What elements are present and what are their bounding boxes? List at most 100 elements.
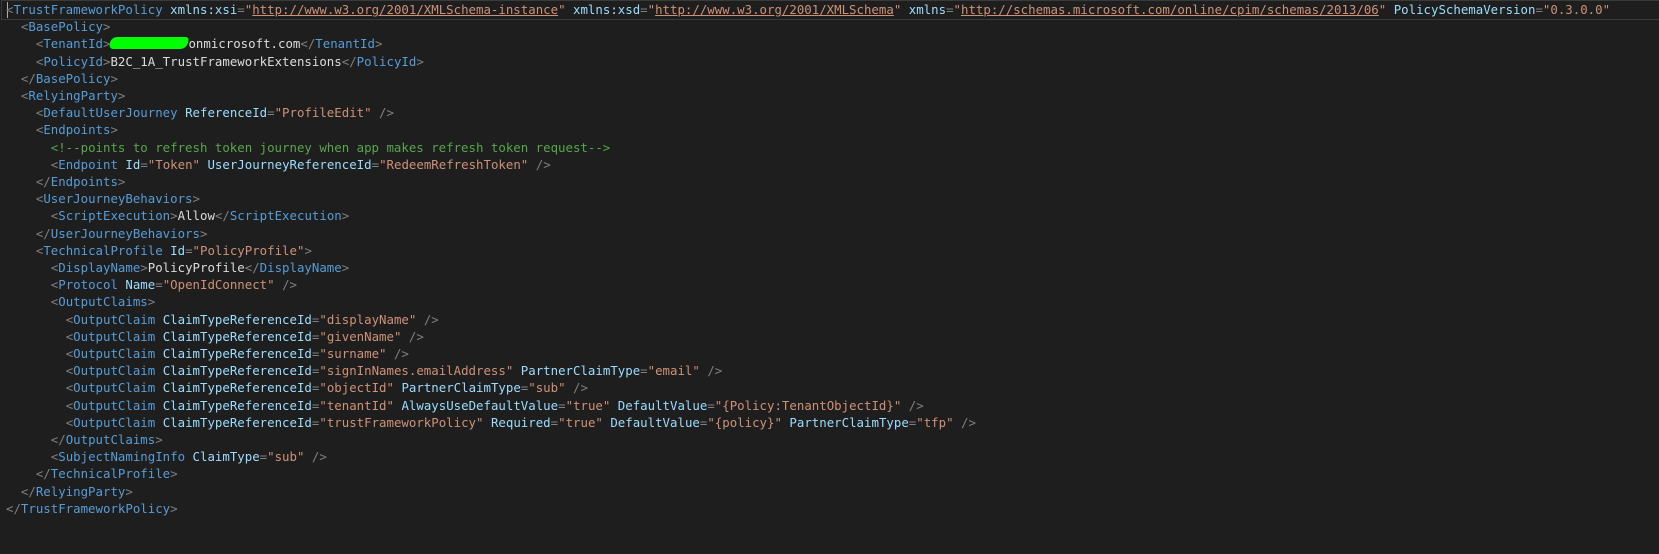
code-line[interactable]: <PolicyId>B2C_1A_TrustFrameworkExtension…	[6, 53, 424, 71]
xml-tag-name: OutputClaims	[65, 432, 156, 447]
xml-attribute-value: "RedeemRefreshToken"	[379, 156, 529, 172]
xml-attribute-value: "tfp"	[916, 414, 954, 430]
xml-attribute-value: "OpenIdConnect"	[162, 277, 275, 293]
code-line[interactable]: <OutputClaim ClaimTypeReferenceId="objec…	[6, 379, 588, 397]
xml-tag-name: BasePolicy	[28, 19, 103, 35]
code-line[interactable]: <OutputClaim ClaimTypeReferenceId="displ…	[6, 311, 439, 329]
xml-url-link[interactable]: http://www.w3.org/2001/XMLSchema	[655, 2, 894, 17]
code-line[interactable]: </BasePolicy>	[6, 70, 118, 88]
code-line[interactable]: <UserJourneyBehaviors>	[6, 190, 200, 208]
code-line[interactable]: <Endpoint Id="Token" UserJourneyReferenc…	[6, 156, 551, 174]
xml-tag-name: BasePolicy	[35, 70, 111, 86]
xml-text	[387, 346, 394, 361]
code-line[interactable]: <ScriptExecution>Allow</ScriptExecution>	[6, 207, 349, 225]
xml-tag-name: OutputClaims	[58, 294, 148, 310]
xml-punctuation: =	[185, 242, 193, 258]
xml-attribute-name: ClaimTypeReferenceId	[162, 346, 312, 361]
xml-punctuation: />	[961, 414, 976, 430]
code-line[interactable]: <DisplayName>PolicyProfile</DisplayName>	[6, 259, 349, 277]
xml-tag-name: ScriptExecution	[229, 208, 342, 224]
xml-attribute-value: "tenantId"	[319, 397, 394, 413]
code-line[interactable]: </TrustFrameworkPolicy>	[6, 500, 178, 518]
code-line[interactable]: <OutputClaim ClaimTypeReferenceId="tenan…	[6, 397, 924, 415]
xml-punctuation: =	[1535, 2, 1543, 17]
code-line[interactable]: <SubjectNamingInfo ClaimType="sub" />	[6, 448, 327, 466]
xml-text	[954, 415, 961, 430]
code-line[interactable]: <!--points to refresh token journey when…	[6, 139, 611, 157]
code-line[interactable]: </UserJourneyBehaviors>	[6, 225, 208, 243]
xml-text	[401, 329, 408, 344]
xml-attribute-value: "sub"	[528, 380, 566, 396]
xml-punctuation: >	[140, 260, 148, 275]
xml-punctuation: />	[393, 346, 409, 361]
xml-punctuation: </	[244, 260, 260, 275]
xml-punctuation: =	[267, 105, 275, 121]
xml-attribute-name: PolicySchemaVersion	[1393, 2, 1536, 17]
xml-tag-name: ScriptExecution	[58, 208, 171, 224]
xml-code-editor[interactable]: <TrustFrameworkPolicy xmlns:xsi="http://…	[0, 0, 1659, 554]
xml-text	[155, 380, 162, 395]
code-line[interactable]: <TrustFrameworkPolicy xmlns:xsi="http://…	[1, 0, 1659, 20]
xml-tag-name: TechnicalProfile	[50, 466, 171, 482]
xml-punctuation: >	[199, 225, 208, 241]
code-line[interactable]: <OutputClaim ClaimTypeReferenceId="trust…	[6, 414, 976, 432]
xml-attribute-value: "	[647, 2, 656, 17]
xml-tag-name: TrustFrameworkPolicy	[13, 2, 163, 17]
xml-punctuation: >	[117, 88, 126, 103]
xml-punctuation: >	[341, 260, 350, 275]
code-line[interactable]: <OutputClaim ClaimTypeReferenceId="given…	[6, 328, 424, 346]
code-line[interactable]: <OutputClaim ClaimTypeReferenceId="signI…	[6, 362, 723, 380]
code-line[interactable]: </TechnicalProfile>	[6, 465, 178, 483]
code-line[interactable]: <Endpoints>	[6, 121, 118, 139]
code-line[interactable]: <DefaultUserJourney ReferenceId="Profile…	[6, 104, 394, 122]
xml-tag-name: PolicyId	[356, 53, 417, 69]
xml-text	[372, 105, 379, 120]
xml-attribute-name: PartnerClaimType	[520, 363, 641, 379]
xml-url-link[interactable]: http://schemas.microsoft.com/online/cpim…	[961, 2, 1379, 17]
code-line[interactable]: </RelyingParty>	[6, 483, 133, 501]
xml-punctuation: >	[170, 466, 178, 482]
xml-url-link[interactable]: http://www.w3.org/2001/XMLSchema-instanc…	[252, 2, 558, 17]
code-line[interactable]: <OutputClaims>	[6, 293, 155, 311]
xml-punctuation: </	[35, 225, 51, 241]
code-line[interactable]: <OutputClaim ClaimTypeReferenceId="surna…	[6, 345, 409, 363]
xml-attribute-value: "0.3.0.0"	[1542, 2, 1611, 17]
code-line[interactable]: <RelyingParty>	[6, 87, 125, 105]
code-line[interactable]: </OutputClaims>	[6, 431, 163, 449]
xml-punctuation: =	[140, 156, 148, 172]
xml-attribute-name: Name	[125, 277, 156, 293]
xml-punctuation: />	[379, 105, 394, 121]
xml-punctuation: =	[550, 414, 559, 430]
xml-tag-name: SubjectNamingInfo	[58, 449, 186, 465]
code-line[interactable]: <Protocol Name="OpenIdConnect" />	[6, 276, 297, 294]
xml-punctuation: =	[155, 277, 163, 293]
xml-attribute-name: ClaimTypeReferenceId	[162, 397, 312, 413]
xml-attribute-name: Id	[125, 156, 141, 172]
xml-punctuation: />	[535, 156, 551, 172]
xml-attribute-value: "signInNames.emailAddress"	[319, 363, 514, 379]
xml-punctuation: =	[707, 397, 715, 413]
code-line[interactable]: <TechnicalProfile Id="PolicyProfile">	[6, 242, 312, 260]
code-line[interactable]: <BasePolicy>	[6, 18, 111, 36]
xml-punctuation: />	[573, 380, 588, 396]
code-line[interactable]: <TenantId> onmicrosoft.com</TenantId>	[6, 35, 383, 53]
code-line[interactable]: </Endpoints>	[6, 173, 126, 191]
xml-attribute-name: ClaimTypeReferenceId	[162, 363, 312, 379]
xml-text: onmicrosoft.com	[188, 36, 301, 52]
xml-attribute-value: "email"	[647, 363, 700, 379]
xml-attribute-name: xmlns	[908, 2, 947, 17]
xml-tag-name: TenantId	[43, 36, 103, 52]
xml-punctuation: >	[374, 36, 383, 52]
xml-text: B2C_1A_TrustFrameworkExtensions	[110, 53, 342, 69]
xml-tag-name: OutputClaim	[73, 380, 156, 396]
xml-attribute-name: ClaimType	[192, 449, 260, 465]
